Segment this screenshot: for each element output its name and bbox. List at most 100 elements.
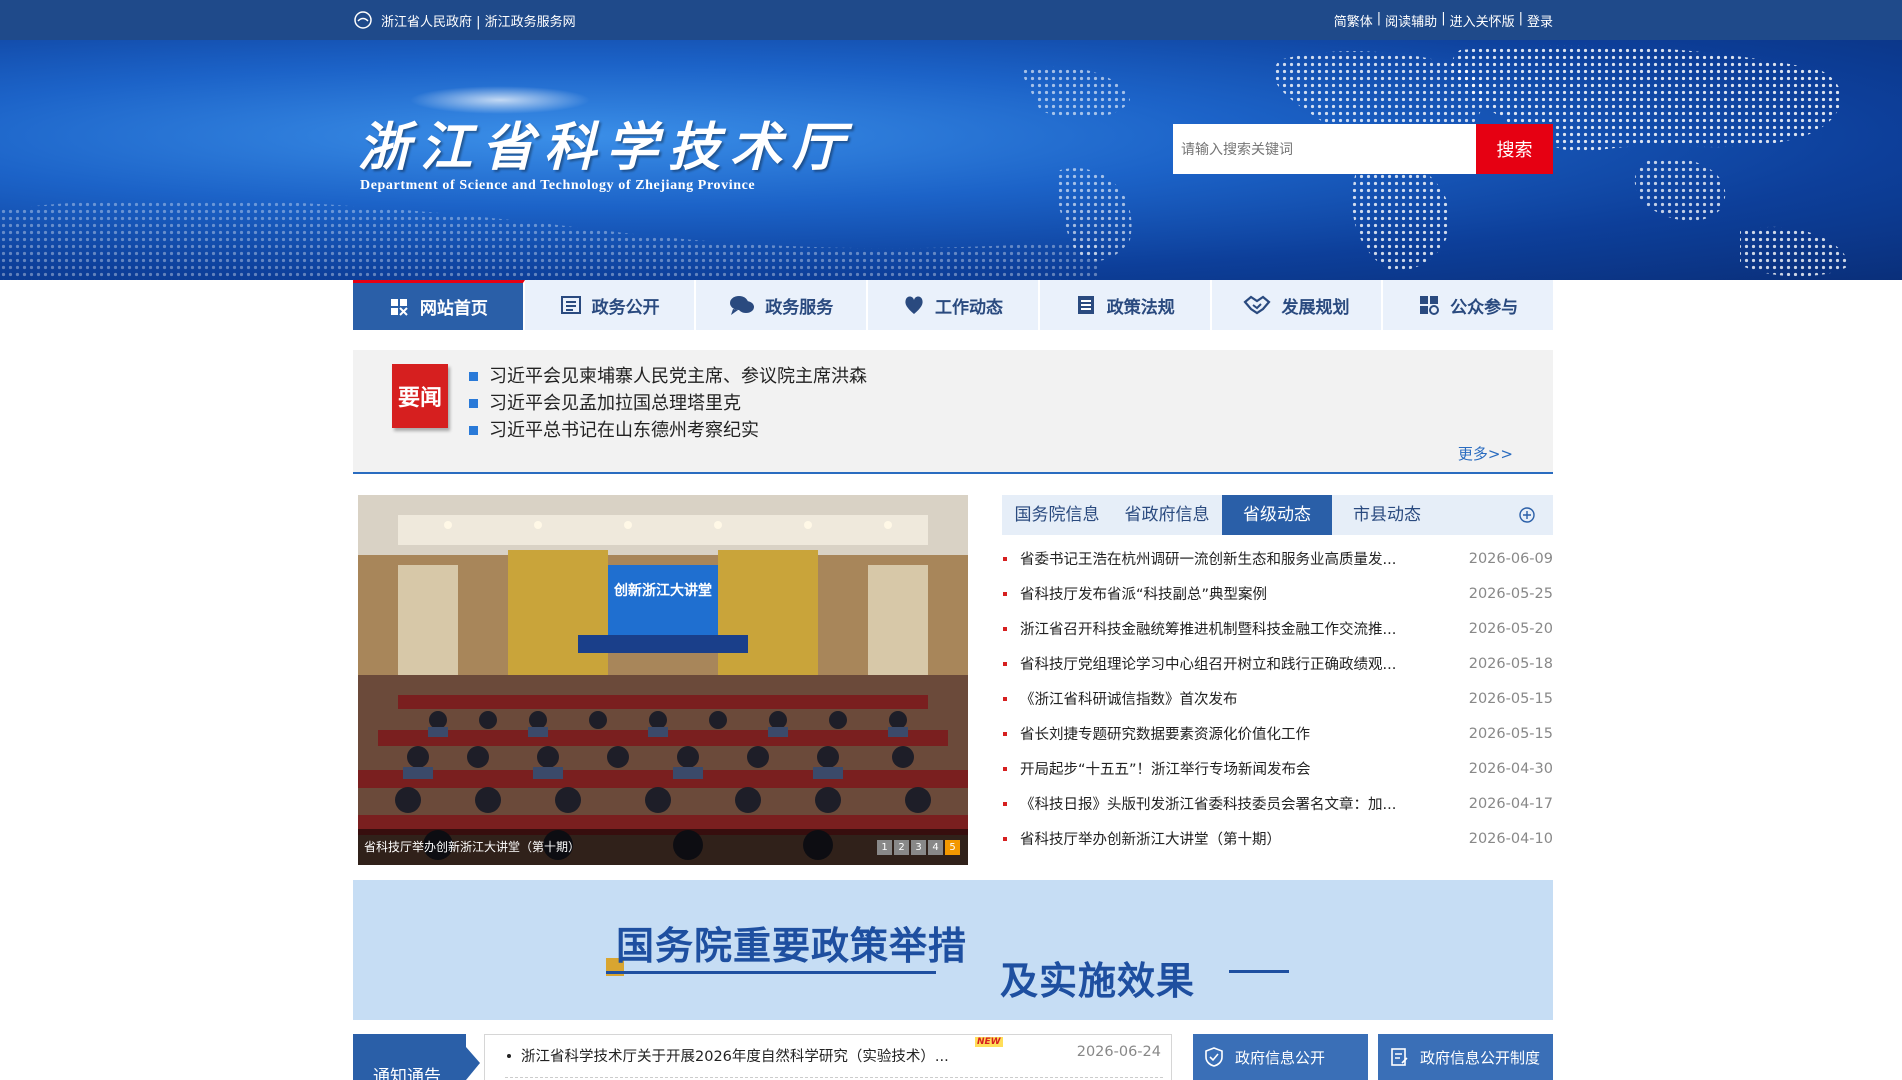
headline-text[interactable]: 习近平会见柬埔寨人民党主席、参议院主席洪森 [489,363,867,390]
carousel-dots: 1 2 3 4 5 [877,840,960,855]
nav-item-policy[interactable]: 政策法规 [1040,280,1212,330]
photo-carousel[interactable]: 创新浙江大讲堂 省科技厅举办创新浙江大讲堂（第十期） 1 2 3 4 5 [358,495,968,865]
news-date: 2026-05-25 [1468,585,1553,602]
world-map-graphic [0,45,1850,280]
notice-tab[interactable]: 通知通告 [353,1034,466,1080]
news-title[interactable]: 《科技日报》头版刊发浙江省委科技委员会署名文章：加... [1020,793,1440,814]
link-reading-aid[interactable]: 阅读辅助 [1385,11,1437,30]
news-panel: 国务院信息 省政府信息 省级动态 市县动态 省委书记王浩在杭州调研一流创新生态和… [1002,495,1553,865]
more-plus-icon[interactable] [1519,507,1535,527]
list-icon [560,294,582,316]
link-login[interactable]: 登录 [1527,11,1553,30]
site-logo-cn[interactable]: 浙江省科学技术厅 [358,105,854,180]
news-list: 省委书记王浩在杭州调研一流创新生态和服务业高质量发... 2026-06-09 省… [1002,541,1553,856]
policy-banner[interactable]: 国务院重要政策举措 及实施效果 [353,880,1553,1020]
nav-item-home[interactable]: 网站首页 [353,280,525,330]
utility-links: 简繁体 | 阅读辅助 | 进入关怀版 | 登录 [1333,11,1553,30]
news-title[interactable]: 《浙江省科研诚信指数》首次发布 [1020,688,1440,709]
news-title[interactable]: 省科技厅发布省派“科技副总”典型案例 [1020,583,1440,604]
gov-info-rules-button[interactable]: 政府信息公开制度 [1378,1034,1553,1080]
headline-more-link[interactable]: 更多>> [1458,443,1513,464]
news-title[interactable]: 浙江省召开科技金融统筹推进机制暨科技金融工作交流推... [1020,618,1440,639]
news-title[interactable]: 开局起步“十五五”！浙江举行专场新闻发布会 [1020,758,1440,779]
news-item[interactable]: 《浙江省科研诚信指数》首次发布 2026-05-15 [1002,681,1553,716]
headline-item[interactable]: 习近平会见柬埔寨人民党主席、参议院主席洪森 [469,363,867,390]
main-nav: 网站首页 政务公开 政务服务 工作动态 政策法规 发展规划 公众参与 [353,280,1553,330]
nav-item-gov-affairs[interactable]: 政务公开 [525,280,697,330]
search-box: 搜索 [1173,124,1553,174]
chat-icon [729,294,755,316]
carousel-dot-active[interactable]: 5 [945,840,960,855]
headline-text[interactable]: 习近平会见孟加拉国总理塔里克 [489,390,741,417]
tab-provincial-news[interactable]: 省级动态 [1222,495,1332,535]
heart-icon [903,294,925,316]
carousel-dot[interactable]: 4 [928,840,943,855]
document-icon [1075,294,1097,316]
news-date: 2026-05-18 [1468,655,1553,672]
carousel-caption[interactable]: 省科技厅举办创新浙江大讲堂（第十期） [364,838,580,855]
news-item[interactable]: 省科技厅发布省派“科技副总”典型案例 2026-05-25 [1002,576,1553,611]
news-item[interactable]: 省科技厅党组理论学习中心组召开树立和践行正确政绩观... 2026-05-18 [1002,646,1553,681]
news-item[interactable]: 《科技日报》头版刊发浙江省委科技委员会署名文章：加... 2026-04-17 [1002,786,1553,821]
gov-info-disclosure-button[interactable]: 政府信息公开 [1193,1034,1368,1080]
news-date: 2026-04-17 [1468,795,1553,812]
people-icon [1418,294,1440,316]
news-tabs: 国务院信息 省政府信息 省级动态 市县动态 [1002,495,1553,535]
top-bar: 浙江省人民政府 | 浙江政务服务网 简繁体 | 阅读辅助 | 进入关怀版 | 登录 [0,0,1902,40]
notice-date: 2026-06-24 [1076,1044,1161,1060]
news-item[interactable]: 开局起步“十五五”！浙江举行专场新闻发布会 2026-04-30 [1002,751,1553,786]
news-item[interactable]: 省委书记王浩在杭州调研一流创新生态和服务业高质量发... 2026-06-09 [1002,541,1553,576]
link-traditional[interactable]: 简繁体 [1334,11,1373,30]
nav-item-work-news[interactable]: 工作动态 [868,280,1040,330]
news-item[interactable]: 浙江省召开科技金融统筹推进机制暨科技金融工作交流推... 2026-05-20 [1002,611,1553,646]
carousel-dot[interactable]: 2 [894,840,909,855]
tab-state-council[interactable]: 国务院信息 [1002,495,1112,535]
news-date: 2026-05-15 [1468,725,1553,742]
nav-label: 政务公开 [591,297,660,318]
gov-btn-label: 政府信息公开制度 [1420,1048,1541,1067]
news-title[interactable]: 省长刘捷专题研究数据要素资源化价值化工作 [1020,723,1440,744]
handshake-icon [1243,294,1272,316]
divider [505,1077,1163,1078]
tab-city-county[interactable]: 市县动态 [1332,495,1442,535]
news-date: 2026-04-30 [1468,760,1553,777]
search-input[interactable] [1173,124,1476,174]
news-date: 2026-06-09 [1468,550,1553,567]
gov-links[interactable]: 浙江省人民政府 | 浙江政务服务网 [353,10,576,30]
banner-dash [1229,970,1289,973]
tab-provincial-gov[interactable]: 省政府信息 [1112,495,1222,535]
news-date: 2026-05-20 [1468,620,1553,637]
news-title[interactable]: 省科技厅党组理论学习中心组召开树立和践行正确政绩观... [1020,653,1440,674]
home-icon [388,296,410,318]
header-banner: 浙江省科学技术厅 Department of Science and Techn… [0,40,1902,280]
carousel-dot[interactable]: 3 [911,840,926,855]
carousel-dot[interactable]: 1 [877,840,892,855]
headline-item[interactable]: 习近平总书记在山东德州考察纪实 [469,417,867,444]
link-care-version[interactable]: 进入关怀版 [1450,11,1515,30]
headline-text[interactable]: 习近平总书记在山东德州考察纪实 [489,417,759,444]
nav-item-public[interactable]: 公众参与 [1383,280,1553,330]
nav-item-gov-service[interactable]: 政务服务 [696,280,869,330]
news-title[interactable]: 省科技厅举办创新浙江大讲堂（第十期） [1020,828,1440,849]
notice-list: 浙江省科学技术厅关于开展2026年度自然科学研究（实验技术）... NEW 20… [484,1034,1172,1080]
nav-label: 工作动态 [935,297,1004,318]
news-title[interactable]: 省委书记王浩在杭州调研一流创新生态和服务业高质量发... [1020,548,1440,569]
search-button[interactable]: 搜索 [1476,124,1553,174]
news-date: 2026-04-10 [1468,830,1553,847]
headline-item[interactable]: 习近平会见孟加拉国总理塔里克 [469,390,867,417]
gov-btn-label: 政府信息公开 [1235,1048,1326,1067]
banner-underline [606,971,936,974]
news-item[interactable]: 省长刘捷专题研究数据要素资源化价值化工作 2026-05-15 [1002,716,1553,751]
nav-label: 政务服务 [765,297,834,318]
news-date: 2026-05-15 [1468,690,1553,707]
gov-links-text[interactable]: 浙江省人民政府 | 浙江政务服务网 [381,11,576,30]
notice-item[interactable]: 浙江省科学技术厅关于开展2026年度自然科学研究（实验技术）... [507,1045,1147,1066]
new-badge: NEW [975,1037,1003,1047]
notice-title[interactable]: 浙江省科学技术厅关于开展2026年度自然科学研究（实验技术）... [521,1045,949,1066]
shield-icon [1203,1046,1225,1068]
nav-item-planning[interactable]: 发展规划 [1212,280,1384,330]
screen-title: 创新浙江大讲堂 [613,582,712,599]
policy-banner-line1: 国务院重要政策举措 [616,923,968,968]
news-item[interactable]: 省科技厅举办创新浙江大讲堂（第十期） 2026-04-10 [1002,821,1553,856]
gov-emblem-icon [354,11,372,29]
